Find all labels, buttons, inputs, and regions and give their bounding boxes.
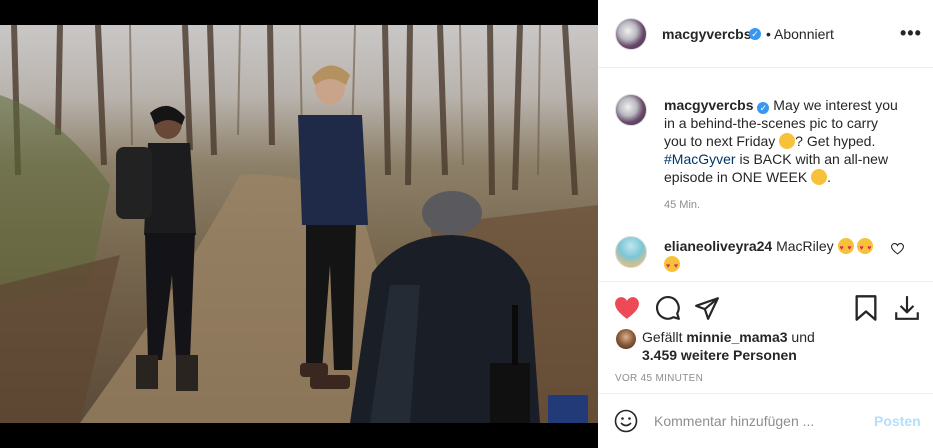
comment-form: Kommentar hinzufügen ... Posten xyxy=(598,393,933,448)
likes-count[interactable]: 3.459 weitere Personen xyxy=(642,347,797,363)
heart-outline-icon[interactable] xyxy=(891,243,904,255)
heart-filled-icon[interactable] xyxy=(614,296,640,320)
caption-username[interactable]: macgyvercbs xyxy=(664,97,754,113)
heart-eyes-emoji-icon xyxy=(837,238,854,258)
comment-item: elianeoliveyra24 MacRiley xyxy=(664,237,884,276)
comment-username[interactable]: elianeoliveyra24 xyxy=(664,238,772,254)
caption-text-2: ? Get hyped. xyxy=(795,133,876,149)
liker-username[interactable]: minnie_mama3 xyxy=(686,329,787,345)
caption-time[interactable]: 45 Min. xyxy=(664,199,700,211)
comment-input[interactable]: Kommentar hinzufügen ... xyxy=(654,413,814,429)
scream-emoji-icon xyxy=(811,169,828,185)
face-emoji-icon xyxy=(779,133,796,149)
heart-eyes-emoji-icon xyxy=(664,256,680,276)
author-username[interactable]: macgyvercbs xyxy=(662,26,752,42)
emoji-icon[interactable] xyxy=(614,409,638,433)
comment-icon[interactable] xyxy=(655,295,681,321)
download-icon[interactable] xyxy=(894,294,920,322)
likes-prefix: Gefällt xyxy=(642,329,683,345)
post-comment-button[interactable]: Posten xyxy=(874,413,921,429)
post-photo[interactable] xyxy=(0,25,598,423)
bookmark-icon[interactable] xyxy=(854,294,878,322)
share-icon[interactable] xyxy=(694,295,720,321)
author-avatar[interactable] xyxy=(615,18,647,50)
caption: macgyvercbs ✓ May we interest you in a b… xyxy=(664,96,904,186)
hashtag-link[interactable]: #MacGyver xyxy=(664,151,736,167)
liker-avatar[interactable] xyxy=(616,329,636,349)
commenter-avatar[interactable] xyxy=(615,236,647,268)
photo-pane xyxy=(0,0,598,448)
post-header: macgyvercbs ✓ • Abonniert ••• xyxy=(598,0,933,68)
comment-text: MacRiley xyxy=(776,238,834,254)
verified-badge-icon: ✓ xyxy=(757,102,770,114)
photo-illustration xyxy=(0,25,598,423)
likes-summary: Gefällt minnie_mama3 und 3.459 weitere P… xyxy=(642,328,815,364)
heart-eyes-emoji-icon xyxy=(857,238,874,258)
follow-status[interactable]: • Abonniert xyxy=(766,26,834,42)
post-view: macgyvercbs ✓ • Abonniert ••• macgyvercb… xyxy=(0,0,933,448)
verified-badge-icon: ✓ xyxy=(749,28,761,40)
caption-text-4: . xyxy=(827,169,831,185)
post-sidebar: macgyvercbs ✓ • Abonniert ••• macgyvercb… xyxy=(598,0,933,448)
caption-avatar[interactable] xyxy=(615,94,647,126)
post-timestamp[interactable]: VOR 45 MINUTEN xyxy=(615,373,703,384)
likes-middle: und xyxy=(791,329,815,345)
more-options-icon[interactable]: ••• xyxy=(900,23,922,44)
